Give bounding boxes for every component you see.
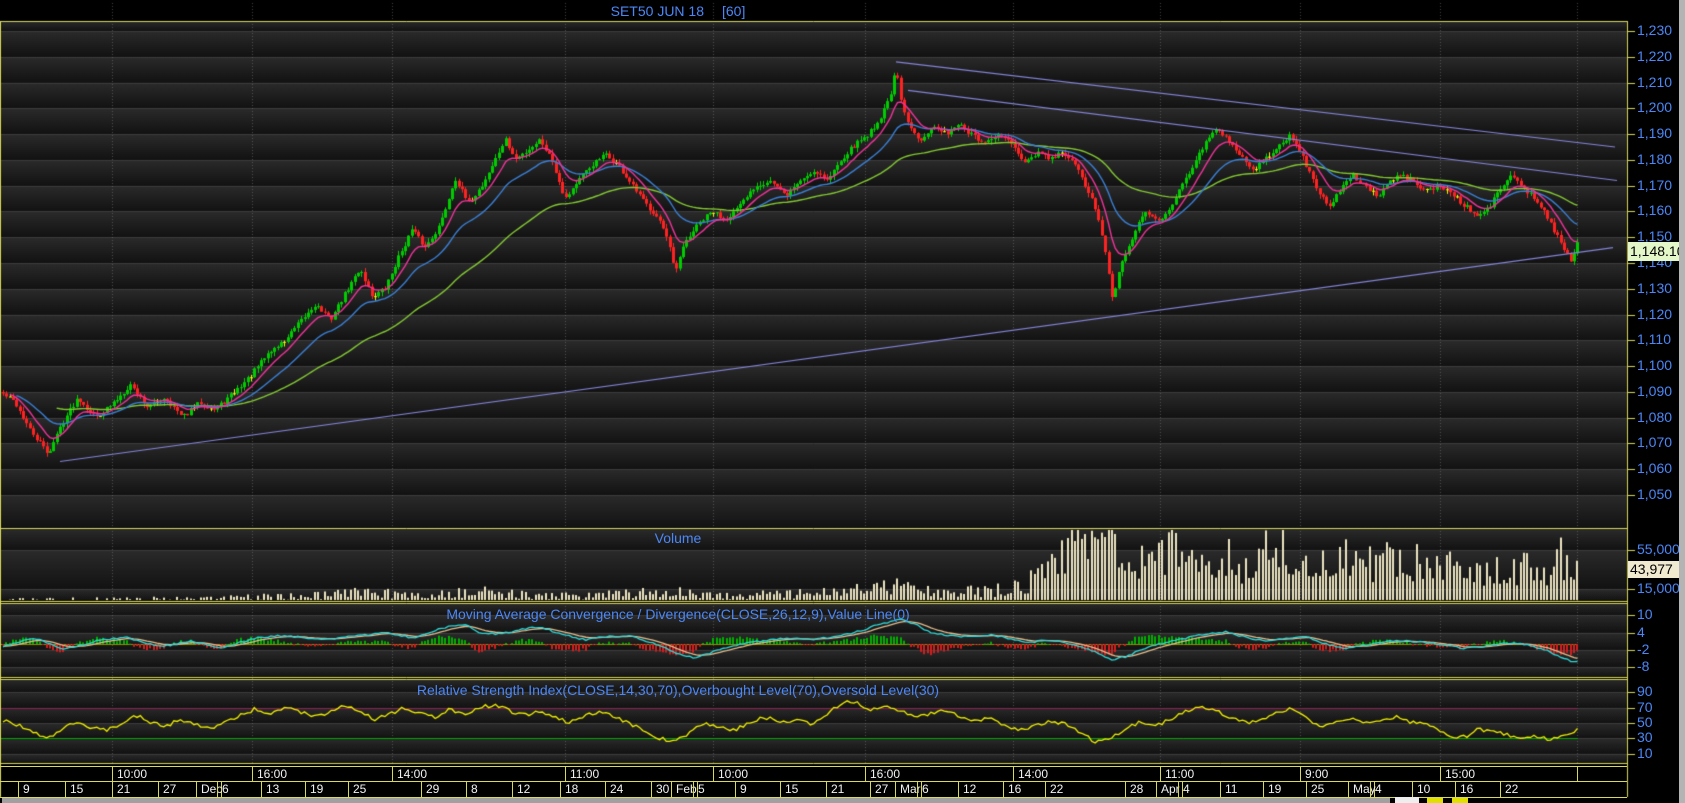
axis-tick-label: 1,190 [1637,125,1673,141]
chart-canvas[interactable] [0,0,1685,803]
date-cell: 21 [112,782,162,797]
time-cell: 11:00 [565,767,717,781]
horizontal-scrollbar-thumb[interactable] [2,798,1390,803]
chart-window: SET50 JUN 18 [60] Volume Moving Average C… [0,0,1685,803]
time-cell: 9:00 [1300,767,1444,781]
axis-tick-label: 1,050 [1637,486,1673,502]
axis-tick-label: 1,070 [1637,434,1673,450]
time-cell: 14:00 [392,767,569,781]
axis-tick-label: -8 [1637,658,1650,674]
axis-tick-label: 1,170 [1637,177,1673,193]
date-cell: 8 [466,782,516,797]
last-price-box: 1,148.10 [1628,242,1685,261]
axis-tick-label: 1,220 [1637,48,1673,64]
date-cell: 9 [735,782,784,797]
date-cell: 29 [421,782,470,797]
date-cell: 24 [605,782,655,797]
date-cell: 4 [1178,782,1224,797]
date-cell: 21 [826,782,874,797]
axis-tick-label: 1,180 [1637,151,1673,167]
axis-tick-label: 50 [1637,714,1653,730]
date-cell: 13 [261,782,309,797]
axis-tick-label: 1,230 [1637,22,1673,38]
date-cell: 15 [780,782,830,797]
date-cell: 11 [1220,782,1267,797]
time-cell: 11:00 [1160,767,1304,781]
toolbar-icon-fragment[interactable] [1427,798,1443,803]
axis-tick-label: -2 [1637,641,1650,657]
axis-tick-label: 1,100 [1637,357,1673,373]
axis-tick-label: 90 [1637,683,1653,699]
date-cell: 12 [958,782,1007,797]
date-cell: 4 [1370,782,1416,797]
axis-tick-label: 1,160 [1637,202,1673,218]
time-cell: 10:00 [713,767,869,781]
date-cell: 16 [1455,782,1504,797]
axis-tick-label: 1,090 [1637,383,1673,399]
time-cell: 10:00 [112,767,256,781]
axis-tick-label: 55,000 [1637,541,1680,557]
date-cell: 6 [917,782,962,797]
axis-tick-label: 1,080 [1637,409,1673,425]
time-cell: 14:00 [1013,767,1164,781]
axis-tick-label: 10 [1637,606,1653,622]
axis-tick-label: 1,110 [1637,331,1671,347]
time-cell: 16:00 [865,767,1017,781]
date-cell: 15 [65,782,116,797]
axis-tick-label: 1,210 [1637,74,1673,90]
time-cell: 16:00 [252,767,396,781]
date-cell: 25 [348,782,425,797]
date-cell: 10 [1412,782,1459,797]
axis-tick-label: 15,000 [1637,580,1680,596]
date-cell: 25 [1306,782,1352,797]
axis-tick-label: 1,060 [1637,460,1673,476]
toolbar-button-fragment[interactable] [1395,797,1419,803]
date-cell: 19 [1263,782,1310,797]
date-cell: 16 [1003,782,1049,797]
axis-tick-label: 1,200 [1637,99,1673,115]
date-axis-row: 9 15 21 27 Dec 6 13 19 25 29 8 12 18 24 30 Feb 5 9 15 21 27 M… [0,781,1627,798]
toolbar-icon-fragment[interactable] [1452,798,1468,803]
axis-tick-label: 4 [1637,624,1645,640]
axis-tick-label: 70 [1637,699,1653,715]
axis-tick-label: 1,130 [1637,280,1673,296]
time-cell [1577,767,1627,781]
date-cell: 22 [1500,782,1627,797]
axis-tick-label: 10 [1637,745,1653,761]
axis-tick-label: 30 [1637,729,1653,745]
date-cell: 5 [693,782,739,797]
time-cell: 15:00 [1440,767,1581,781]
date-cell: 28 [1125,782,1160,797]
last-volume-box: 43,977 [1628,561,1685,578]
date-cell: 18 [560,782,609,797]
date-cell: 9 [18,782,69,797]
date-cell: 27 [158,782,200,797]
date-cell: 19 [305,782,352,797]
date-cell: 6 [217,782,265,797]
time-axis-row: 10:00 16:00 14:00 11:00 10:00 16:00 14:00 11:00… [0,766,1627,781]
vertical-scrollbar[interactable] [1679,0,1685,803]
axis-tick-label: 1,120 [1637,306,1673,322]
date-cell: 22 [1045,782,1129,797]
date-cell: 12 [512,782,564,797]
